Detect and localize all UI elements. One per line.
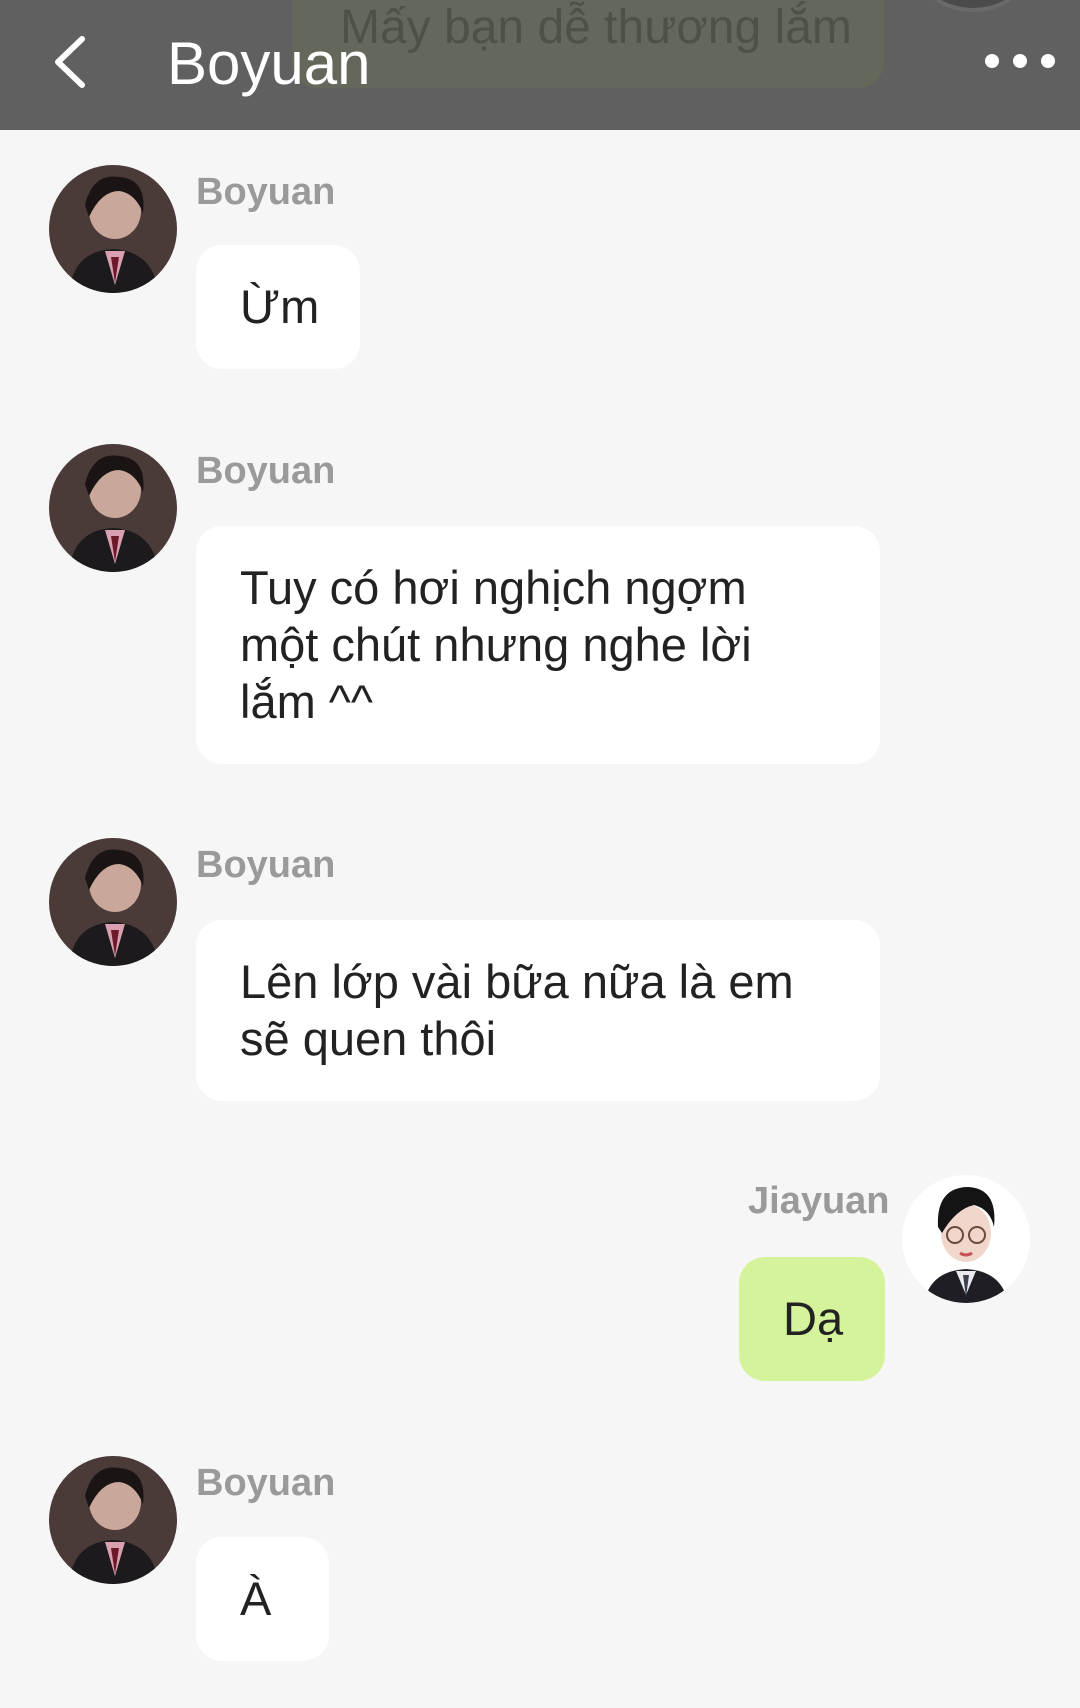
sender-name: Boyuan <box>196 844 336 886</box>
message-bubble[interactable]: Lên lớp vài bữa nữa là em sẽ quen thôi <box>196 920 880 1101</box>
back-button[interactable] <box>30 22 110 102</box>
message-bubble[interactable]: À <box>196 1537 329 1661</box>
avatar-boyuan-image <box>49 444 177 572</box>
sender-name: Jiayuan <box>748 1180 890 1222</box>
sender-name: Boyuan <box>196 171 336 213</box>
scrolled-avatar <box>918 0 1028 12</box>
avatar-jiayuan-image <box>902 1175 1030 1303</box>
scrolled-message-bubble: Mấy bạn dễ thương lắm <box>292 0 884 88</box>
avatar-jiayuan[interactable] <box>902 1175 1030 1303</box>
more-horizontal-icon <box>985 54 1055 68</box>
avatar-boyuan[interactable] <box>49 165 177 293</box>
chat-title: Boyuan <box>167 30 371 97</box>
chat-header: Mấy bạn dễ thương lắm Boyuan <box>0 0 1080 130</box>
avatar-boyuan-image <box>49 165 177 293</box>
more-options-button[interactable] <box>972 36 1068 86</box>
chevron-left-icon <box>55 36 85 88</box>
avatar-boyuan[interactable] <box>49 838 177 966</box>
message-bubble[interactable]: Dạ <box>739 1257 885 1381</box>
avatar-boyuan-image <box>49 1456 177 1584</box>
message-bubble[interactable]: Tuy có hơi nghịch ngợm một chút nhưng ng… <box>196 526 880 764</box>
avatar-boyuan[interactable] <box>49 444 177 572</box>
message-bubble[interactable]: Ừm <box>196 245 360 369</box>
avatar-boyuan-image <box>49 838 177 966</box>
sender-name: Boyuan <box>196 1462 336 1504</box>
sender-name: Boyuan <box>196 450 336 492</box>
chat-screen: Mấy bạn dễ thương lắm Boyuan Boyuan Ừm B… <box>0 0 1080 1708</box>
avatar-boyuan[interactable] <box>49 1456 177 1584</box>
